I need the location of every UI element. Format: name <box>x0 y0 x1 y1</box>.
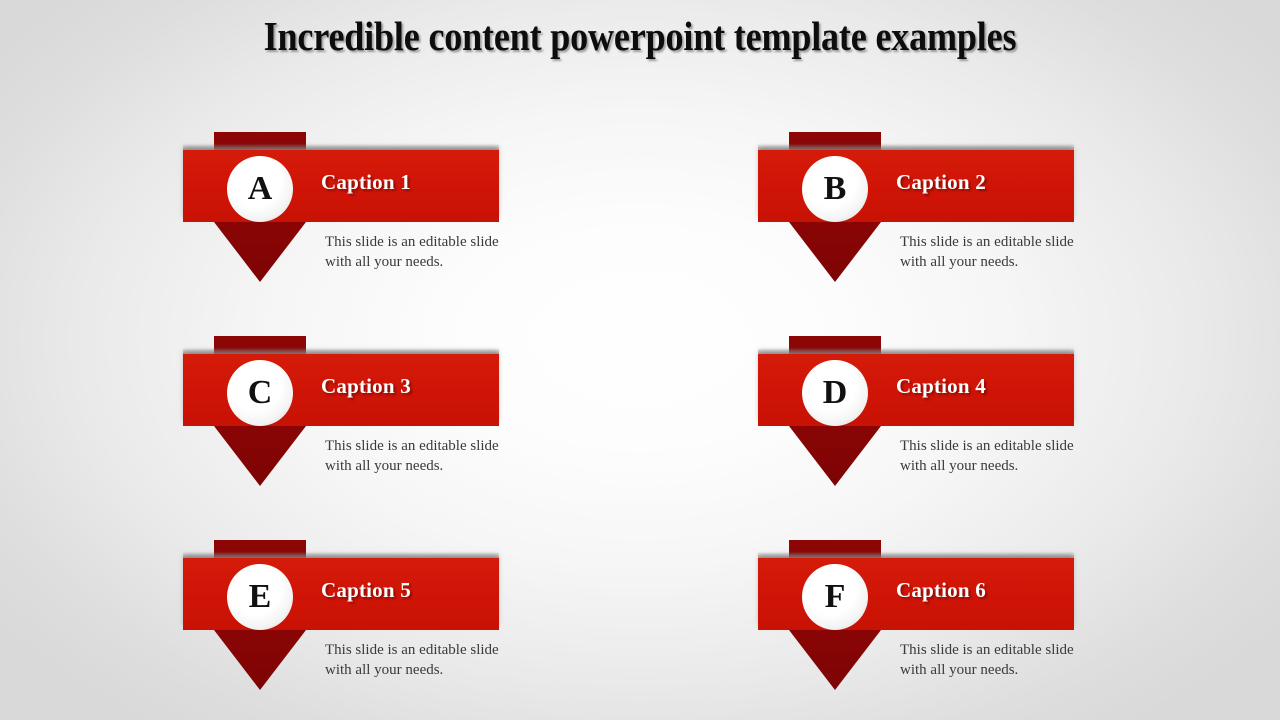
page-title: Incredible content powerpoint template e… <box>263 13 1017 59</box>
badge-letter-c: C <box>247 374 273 411</box>
badge-letter-f: F <box>824 578 846 615</box>
letter-badge-b: B <box>802 156 868 222</box>
card-body-f: This slide is an editable slide with all… <box>900 642 1074 679</box>
slide-canvas: Incredible content powerpoint template e… <box>0 0 1280 720</box>
card-caption-f: Caption 6 <box>896 578 986 602</box>
content-card-e[interactable]: E Caption 5 This slide is an editable sl… <box>183 540 503 700</box>
card-caption-a: Caption 1 <box>321 170 411 194</box>
card-caption-d: Caption 4 <box>896 374 986 398</box>
card-body-e: This slide is an editable slide with all… <box>325 642 499 679</box>
content-card-b[interactable]: B Caption 2 This slide is an editable sl… <box>758 132 1078 292</box>
card-body-a: This slide is an editable slide with all… <box>325 234 499 271</box>
content-card-f[interactable]: F Caption 6 This slide is an editable sl… <box>758 540 1078 700</box>
letter-badge-d: D <box>802 360 868 426</box>
letter-badge-e: E <box>227 564 293 630</box>
card-body-b: This slide is an editable slide with all… <box>900 234 1074 271</box>
card-caption-e: Caption 5 <box>321 578 411 602</box>
content-card-a[interactable]: A Caption 1 This slide is an editable sl… <box>183 132 503 292</box>
card-body-d: This slide is an editable slide with all… <box>900 438 1074 475</box>
letter-badge-c: C <box>227 360 293 426</box>
card-caption-c: Caption 3 <box>321 374 411 398</box>
badge-letter-b: B <box>823 170 847 207</box>
badge-letter-d: D <box>822 374 848 411</box>
badge-letter-e: E <box>248 578 272 615</box>
content-card-d[interactable]: D Caption 4 This slide is an editable sl… <box>758 336 1078 496</box>
content-card-c[interactable]: C Caption 3 This slide is an editable sl… <box>183 336 503 496</box>
card-body-c: This slide is an editable slide with all… <box>325 438 499 475</box>
badge-letter-a: A <box>247 170 273 207</box>
card-caption-b: Caption 2 <box>896 170 986 194</box>
letter-badge-f: F <box>802 564 868 630</box>
letter-badge-a: A <box>227 156 293 222</box>
